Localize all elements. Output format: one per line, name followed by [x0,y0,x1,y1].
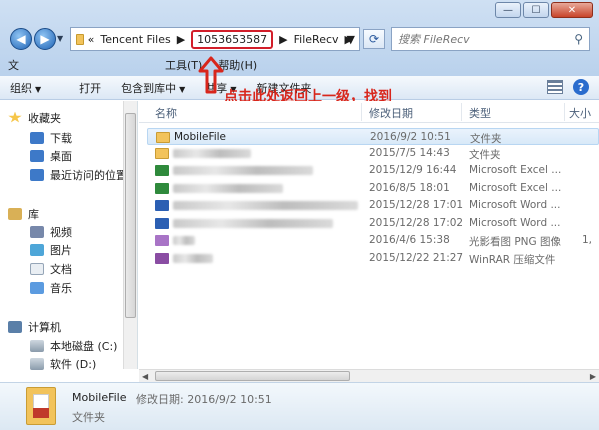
menu-bar: 文 工具(T) 帮助(H) [0,55,599,75]
nav-computer[interactable]: 计算机 [8,318,61,335]
horizontal-scrollbar[interactable]: ◀ ▶ [139,369,599,382]
open-button[interactable]: 打开 [69,80,111,96]
view-options-icon[interactable] [547,80,563,94]
recent-places-icon [30,168,44,181]
drive-icon [30,357,44,370]
column-date-modified[interactable]: 修改日期 [369,105,413,121]
search-box[interactable]: ⚲ [391,27,590,51]
details-type: 文件夹 [72,411,105,424]
nav-documents[interactable]: 文档 [30,260,72,277]
details-name: MobileFile [72,391,127,404]
address-bar[interactable]: « Tencent Files ▶ 1053653587 ▶ FileRecv … [70,27,360,51]
nav-scrollbar[interactable] [123,101,137,369]
minimize-button[interactable]: — [495,2,521,18]
crumb-qq-number[interactable]: 1053653587 [191,29,274,49]
file-row-mobilefile[interactable]: MobileFile 2016/9/2 10:51 文件夹 [147,128,599,145]
redacted-filename [173,184,283,193]
nav-local-disk-c[interactable]: 本地磁盘 (C:) [30,337,117,354]
refresh-icon: ⟳ [368,32,380,46]
nav-software-d[interactable]: 软件 (D:) [30,355,96,372]
refresh-button[interactable]: ⟳ [363,29,385,49]
details-modified: 修改日期: 2016/9/2 10:51 [136,393,272,406]
menu-file[interactable]: 文 [0,57,27,73]
folder-icon [156,132,170,143]
file-row[interactable]: 2015/12/9 16:44 Microsoft Excel ... [147,162,599,179]
chevron-right-icon[interactable]: ▶ [177,33,185,46]
crumb-tencent-files[interactable]: Tencent Files [100,33,170,46]
chevron-right-icon[interactable]: ▶ [279,33,287,46]
file-row[interactable]: 2016/4/6 15:38 光影看图 PNG 图像 1, [147,232,599,249]
nav-libraries[interactable]: 库 [8,205,39,222]
downloads-icon [30,131,44,144]
excel-icon [155,165,169,176]
recent-pages-dropdown[interactable]: ▼ [57,34,63,43]
address-overflow[interactable]: « [88,33,95,46]
scrollbar-thumb[interactable] [125,113,136,318]
scroll-left-icon[interactable]: ◀ [142,372,148,381]
column-header-row: 名称 修改日期 类型 大小 [139,101,599,123]
desktop-icon [30,149,44,162]
dropdown-icon: ▼ [35,84,42,94]
excel-icon [155,183,169,194]
image-file-icon [155,235,169,246]
scroll-right-icon[interactable]: ▶ [590,372,596,381]
organize-button[interactable]: 组织 ▼ [0,80,51,96]
nav-downloads[interactable]: 下载 [30,129,72,146]
music-icon [30,281,44,294]
folder-icon [26,387,56,425]
search-icon[interactable]: ⚲ [574,32,583,46]
navigation-pane: 收藏夹 下载 桌面 最近访问的位置 库 视频 图片 文档 音乐 计算机 本地磁盘… [0,101,138,372]
nav-pictures[interactable]: 图片 [30,241,72,258]
archive-icon [155,253,169,264]
file-row[interactable]: 2016/8/5 18:01 Microsoft Excel ... [147,180,599,197]
redacted-filename [173,219,333,228]
file-row[interactable]: 2015/12/22 21:27 WinRAR 压缩文件 [147,250,599,267]
nav-music[interactable]: 音乐 [30,279,72,296]
computer-icon [8,320,22,333]
address-dropdown-icon[interactable]: ▼ [347,33,355,46]
folder-icon [155,148,169,159]
file-row[interactable]: 2015/12/28 17:02 Microsoft Word ... [147,215,599,232]
document-icon [30,262,44,275]
scrollbar-thumb[interactable] [155,371,350,381]
star-icon [8,111,22,123]
nav-videos[interactable]: 视频 [30,223,72,240]
redacted-filename [173,149,251,158]
word-icon [155,200,169,211]
file-row[interactable]: 2015/12/28 17:01 Microsoft Word ... [147,197,599,214]
forward-button[interactable]: ▶ [34,28,56,50]
arrow-right-icon: ▶ [40,32,50,46]
word-icon [155,218,169,229]
arrow-left-icon: ◀ [16,32,26,46]
dropdown-icon: ▼ [179,84,186,94]
column-type[interactable]: 类型 [469,105,491,121]
video-icon [30,225,44,238]
library-icon [8,207,22,220]
annotation-arrow-icon [198,56,224,94]
folder-icon [76,33,84,45]
include-in-library-button[interactable]: 包含到库中 ▼ [111,80,195,96]
redacted-filename [173,166,313,175]
window-controls: — ☐ ✕ [495,2,593,18]
redacted-filename [173,254,213,263]
search-input[interactable] [398,32,568,46]
nav-desktop[interactable]: 桌面 [30,147,72,164]
nav-favorites[interactable]: 收藏夹 [8,109,61,126]
redacted-filename [173,236,195,245]
file-list: 名称 修改日期 类型 大小 MobileFile 2016/9/2 10:51 … [139,101,599,369]
details-pane: MobileFile 修改日期: 2016/9/2 10:51 文件夹 [0,382,599,430]
nav-recent-places[interactable]: 最近访问的位置 [30,166,127,183]
column-size[interactable]: 大小 [569,105,591,121]
title-bar: — ☐ ✕ ◀ ▶ ▼ « Tencent Files ▶ 1053653587… [0,0,599,78]
redacted-filename [173,201,358,210]
picture-icon [30,243,44,256]
close-button[interactable]: ✕ [551,2,593,18]
column-name[interactable]: 名称 [155,105,177,121]
file-row[interactable]: 2015/7/5 14:43 文件夹 [147,145,599,162]
help-icon[interactable]: ? [573,79,589,95]
drive-icon [30,339,44,352]
back-button[interactable]: ◀ [10,28,32,50]
maximize-button[interactable]: ☐ [523,2,549,18]
crumb-filerecv[interactable]: FileRecv [294,33,339,46]
